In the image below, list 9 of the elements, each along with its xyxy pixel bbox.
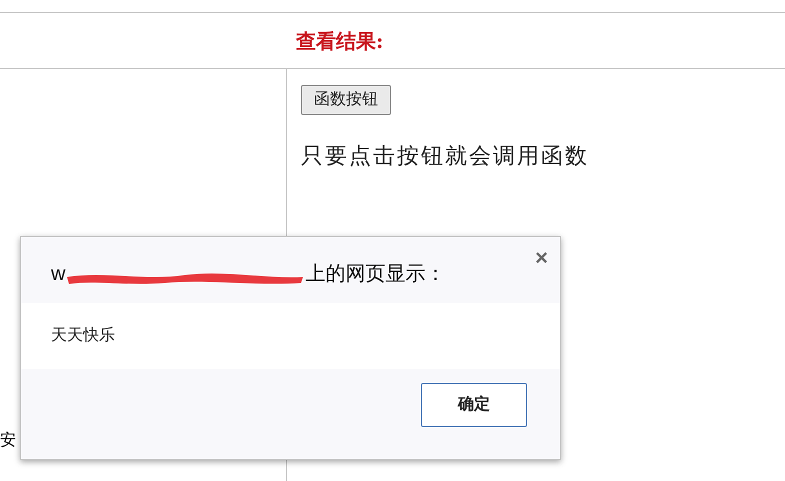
function-button[interactable]: 函数按钮 [301, 85, 391, 115]
dialog-title: 上的网页显示： [305, 262, 446, 287]
description-text: 只要点击按钮就会调用函数 [301, 142, 589, 170]
close-button[interactable]: × [535, 247, 548, 269]
dialog-message: 天天快乐 [51, 326, 115, 346]
dialog-title: w [51, 262, 66, 287]
section-title: 查看结果: [296, 28, 384, 54]
button-label-text: 安 [0, 430, 16, 451]
ok-button[interactable]: 确定 [421, 383, 527, 427]
